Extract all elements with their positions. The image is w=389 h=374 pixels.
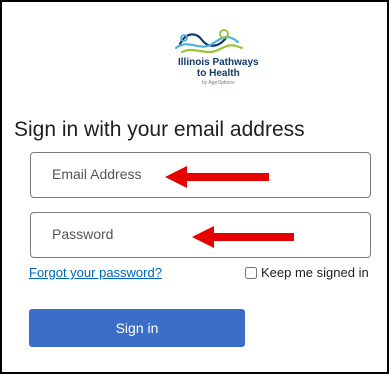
logo-subtitle: to Health [196, 68, 240, 79]
logo: Illinois Pathways to Health by AgeOption… [152, 24, 262, 94]
keep-signed-in[interactable]: Keep me signed in [245, 265, 369, 280]
forgot-password-link[interactable]: Forgot your password? [29, 265, 162, 280]
page-title: Sign in with your email address [14, 118, 305, 141]
login-frame: Illinois Pathways to Health by AgeOption… [0, 0, 389, 374]
logo-title: Illinois Pathways [178, 57, 259, 68]
sign-in-button[interactable]: Sign in [29, 309, 245, 347]
logo-text: Illinois Pathways to Health by AgeOption… [178, 57, 259, 87]
keep-signed-in-label: Keep me signed in [261, 265, 369, 280]
keep-signed-in-checkbox[interactable] [245, 266, 257, 279]
red-left-arrow-icon [165, 166, 269, 188]
red-left-arrow-icon [192, 226, 294, 248]
wavy-lines-logo-icon [174, 29, 244, 54]
logo-byline: by AgeOptions [202, 80, 235, 86]
